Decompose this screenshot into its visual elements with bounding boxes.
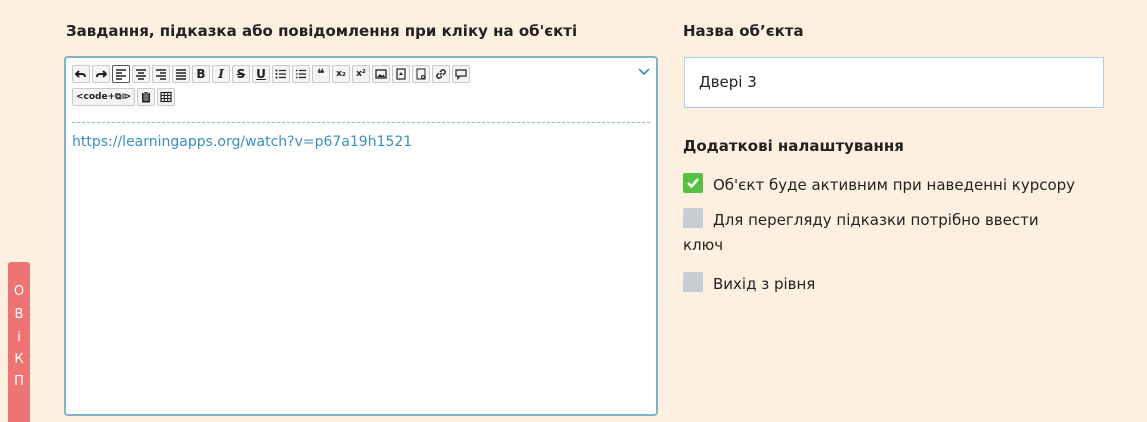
side-tab-char: П (14, 374, 24, 389)
side-tab-char: В (14, 307, 24, 322)
table-button[interactable] (157, 88, 175, 106)
redo-button[interactable] (92, 65, 110, 83)
clipboard-icon (142, 91, 150, 103)
checkbox-unchecked[interactable] (683, 272, 703, 292)
bold-icon: B (196, 67, 206, 81)
bold-button[interactable]: B (192, 65, 210, 83)
checkbox-checked[interactable] (683, 173, 703, 193)
superscript-button[interactable]: x² (352, 65, 370, 83)
strikethrough-icon: S (236, 67, 246, 81)
comment-icon (455, 69, 467, 80)
italic-button[interactable]: I (212, 65, 230, 83)
undo-icon (75, 70, 86, 78)
file-icon (396, 68, 406, 80)
document-button[interactable] (412, 65, 430, 83)
align-right-icon (156, 69, 166, 80)
quote-icon: ❝ (317, 66, 325, 82)
link-button[interactable] (432, 65, 450, 83)
editor-toolbar: B I S U ❝ x₂ x² <code+⧉⧐ (72, 64, 642, 110)
side-feedback-tab[interactable]: О В і К П (8, 262, 30, 422)
image-icon (375, 69, 387, 79)
superscript-icon: x² (356, 68, 366, 79)
object-name-label: Назва об’єкта (683, 22, 804, 40)
subscript-button[interactable]: x₂ (332, 65, 350, 83)
clipboard-button[interactable] (137, 88, 155, 106)
align-center-button[interactable] (132, 65, 150, 83)
toolbar-row-2: <code+⧉⧐ (72, 87, 642, 107)
quote-button[interactable]: ❝ (312, 65, 330, 83)
subscript-icon: x₂ (336, 68, 346, 79)
align-center-icon (136, 69, 146, 80)
toolbar-row-1: B I S U ❝ x₂ x² (72, 64, 642, 84)
task-label: Завдання, підказка або повідомлення при … (66, 22, 578, 40)
option-active-on-hover[interactable]: Об'єкт буде активним при наведенні курсо… (683, 173, 1075, 194)
side-tab-char: О (13, 284, 25, 299)
option-label: Об'єкт буде активним при наведенні курсо… (713, 176, 1076, 194)
chevron-down-icon[interactable] (638, 67, 650, 77)
checkbox-unchecked[interactable] (683, 208, 703, 228)
numbered-list-button[interactable] (292, 65, 310, 83)
table-icon (160, 91, 172, 103)
side-tab-char: К (14, 352, 24, 367)
code-icon: <code+⧉⧐ (76, 91, 131, 102)
undo-button[interactable] (72, 65, 90, 83)
align-justify-icon (176, 69, 186, 80)
strikethrough-button[interactable]: S (232, 65, 250, 83)
option-key-required[interactable]: Для перегляду підказки потрібно ввести к… (683, 208, 1039, 258)
option-label-continued: ключ (683, 236, 724, 254)
option-exit-level[interactable]: Вихід з рівня (683, 272, 815, 293)
italic-icon: I (218, 67, 224, 81)
align-left-icon (116, 69, 126, 80)
bullet-list-icon (275, 69, 286, 79)
code-button[interactable]: <code+⧉⧐ (72, 88, 135, 106)
document-icon (416, 68, 426, 80)
image-button[interactable] (372, 65, 390, 83)
redo-icon (96, 70, 107, 78)
file-button[interactable] (392, 65, 410, 83)
align-right-button[interactable] (152, 65, 170, 83)
checkmark-icon (687, 178, 699, 189)
underline-button[interactable]: U (252, 65, 270, 83)
option-label: Для перегляду підказки потрібно ввести (713, 211, 1039, 229)
object-name-input[interactable]: Двері 3 (684, 57, 1104, 108)
option-label: Вихід з рівня (713, 275, 816, 293)
editor-content-link[interactable]: https://learningapps.org/watch?v=p67a19h… (72, 134, 412, 150)
comment-button[interactable] (452, 65, 470, 83)
toolbar-divider (72, 122, 650, 123)
bullet-list-button[interactable] (272, 65, 290, 83)
side-tab-char: і (17, 330, 21, 345)
link-icon (436, 69, 446, 79)
align-left-button[interactable] (112, 65, 130, 83)
align-justify-button[interactable] (172, 65, 190, 83)
numbered-list-icon (296, 69, 306, 79)
underline-icon: U (256, 67, 266, 81)
extra-settings-label: Додаткові налаштування (683, 137, 904, 155)
rich-text-editor[interactable]: B I S U ❝ x₂ x² <code+⧉⧐ https://learnin… (64, 56, 658, 416)
